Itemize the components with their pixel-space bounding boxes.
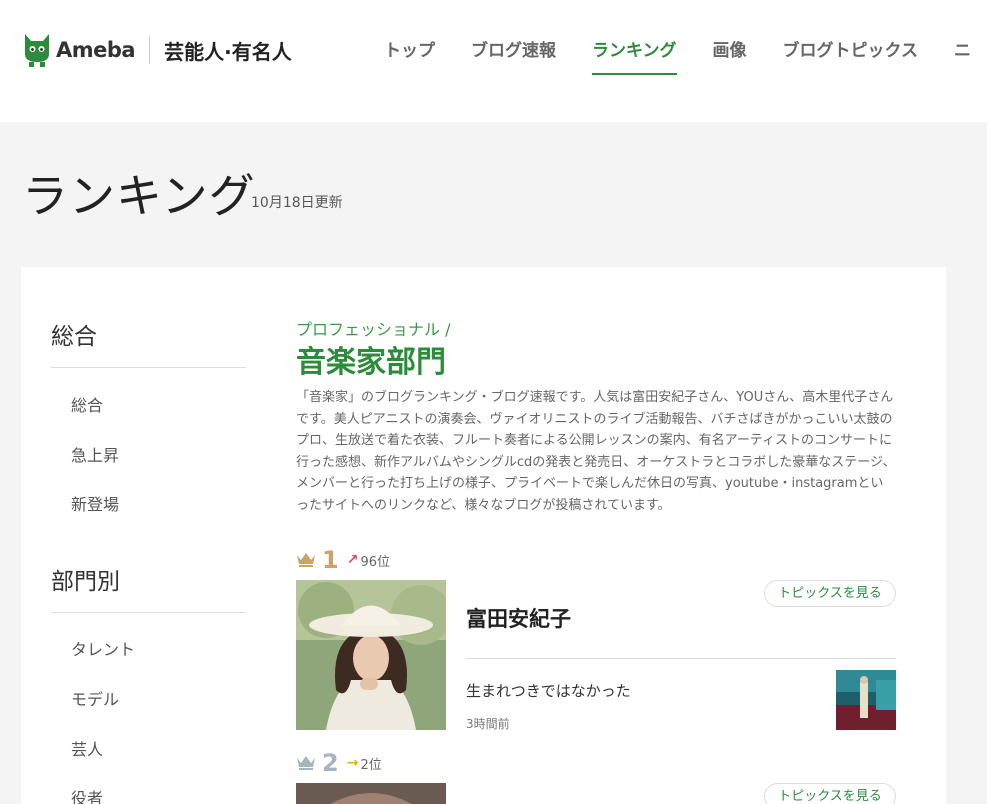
category-title: 音楽家部門 — [296, 345, 446, 380]
site-header: Ameba 芸能人·有名人 トップ ブログ速報 ランキング 画像 ブログトピック… — [0, 0, 987, 122]
updated-date: 10月18日更新 — [251, 195, 343, 211]
main-nav: トップ ブログ速報 ランキング 画像 ブログトピックス ニ — [384, 36, 987, 75]
entry-divider — [466, 658, 896, 659]
nav-images[interactable]: 画像 — [713, 36, 747, 75]
sidebar-item-talent[interactable]: タレント — [71, 636, 135, 660]
crown-icon — [297, 756, 315, 770]
crown-icon — [297, 553, 315, 567]
rank-up-arrow-icon: ↗ — [346, 552, 359, 568]
sidebar-heading-overall: 総合 — [51, 324, 97, 350]
blogger-photo[interactable] — [296, 580, 446, 730]
sidebar-heading-category: 部門別 — [51, 569, 120, 595]
sidebar-divider — [51, 367, 246, 368]
blogger-name[interactable]: 富田安紀子 — [466, 603, 571, 633]
ameba-mascot-icon — [25, 34, 49, 67]
category-description: 「音楽家」のブログランキング・ブログ速報です。人気は富田安紀子さん、YOUさん、… — [296, 390, 896, 513]
rank-number: 1 — [322, 546, 339, 574]
sidebar-item-new[interactable]: 新登場 — [71, 491, 119, 515]
rank-header: 2 → 2位 — [296, 749, 382, 777]
rank-number: 2 — [322, 749, 339, 777]
nav-ranking[interactable]: ランキング — [592, 36, 677, 75]
sidebar-item-overall[interactable]: 総合 — [71, 392, 103, 416]
ranking-card: 総合 総合 急上昇 新登場 部門別 タレント モデル 芸人 役者 プロフェッショ… — [21, 267, 946, 804]
rank-steady-arrow-icon: → — [346, 755, 359, 771]
previous-rank: 2位 — [360, 757, 382, 773]
sidebar-item-actor[interactable]: 役者 — [71, 785, 103, 804]
sidebar-item-model[interactable]: モデル — [71, 686, 119, 710]
page-title: ランキング — [22, 169, 256, 223]
logo-divider — [149, 36, 151, 64]
logo-subtitle: 芸能人·有名人 — [164, 39, 292, 64]
entry-thumbnail[interactable] — [836, 670, 896, 730]
nav-news[interactable]: ニ — [954, 36, 971, 75]
logo-wordmark: Ameba — [56, 38, 136, 62]
view-topics-button[interactable]: トピックスを見る — [764, 783, 896, 804]
blogger-photo[interactable] — [296, 783, 446, 804]
rank-header: 1 ↗ 96位 — [296, 546, 390, 574]
nav-blog-news[interactable]: ブログ速報 — [471, 36, 556, 75]
previous-rank: 96位 — [360, 554, 390, 570]
nav-top[interactable]: トップ — [384, 36, 435, 75]
nav-blog-topics[interactable]: ブログトピックス — [783, 36, 919, 75]
sidebar-item-rising[interactable]: 急上昇 — [71, 442, 119, 466]
sidebar-item-comedian[interactable]: 芸人 — [71, 736, 103, 760]
entry-timestamp: 3時間前 — [466, 717, 510, 731]
entry-title-link[interactable]: 生まれつきではなかった — [466, 680, 631, 701]
sidebar-divider — [51, 612, 246, 613]
view-topics-button[interactable]: トピックスを見る — [764, 580, 896, 607]
ameba-logo[interactable]: Ameba 芸能人·有名人 — [22, 32, 292, 68]
